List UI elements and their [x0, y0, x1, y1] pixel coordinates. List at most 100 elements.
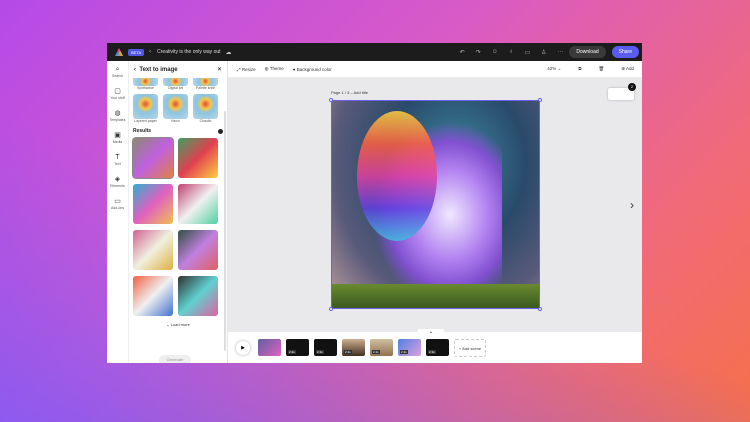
share-button[interactable]: Share	[611, 46, 639, 58]
top-bar: BETA ‹ Creativity is the only way out ☁ …	[107, 43, 642, 61]
rail-item-add-ons[interactable]: ▭ Add-ons	[107, 198, 128, 215]
theme-button[interactable]: ◍ Theme	[265, 66, 284, 72]
left-rail: ⌕ Search ▢ Your stuff ◍ Templates ▣ Media T Text ◈…	[107, 61, 129, 363]
unicorn-image[interactable]	[331, 100, 540, 309]
scene-thumbnail[interactable]: 2.3s	[426, 339, 449, 356]
resize-handle[interactable]	[329, 307, 333, 311]
rail-item-elements[interactable]: ◈ Elements	[107, 176, 128, 193]
search-icon: ⌕	[115, 66, 120, 73]
scene-thumbnail[interactable]: 2.3s	[342, 339, 365, 356]
rail-item-media[interactable]: ▣ Media	[107, 132, 128, 149]
page-count-badge: 2	[628, 83, 636, 91]
style-option[interactable]: Palette knife	[193, 78, 218, 90]
resize-button[interactable]: ⤢ Resize	[237, 67, 256, 72]
canvas-toolbar: ⤢ Resize ◍ Theme ● Background color 42% …	[228, 61, 642, 78]
rail-item-templates[interactable]: ◍ Templates	[107, 110, 128, 127]
back-icon[interactable]: ‹	[149, 49, 151, 55]
style-option[interactable]: Neon	[163, 94, 188, 123]
text-icon: T	[115, 154, 120, 161]
load-more-button[interactable]: ⌄ Load more	[129, 322, 227, 327]
scene-thumbnail[interactable]: 2.3s	[370, 339, 393, 356]
invite-icon[interactable]: ☺	[492, 49, 498, 55]
rail-label: Search	[111, 74, 124, 78]
redo-icon[interactable]: ↷	[476, 49, 481, 56]
result-thumbnail[interactable]	[133, 184, 173, 224]
panel-scrollbar[interactable]	[224, 111, 226, 351]
more-icon[interactable]: ···	[557, 49, 563, 55]
delete-icon[interactable]: 🗑	[598, 66, 604, 72]
rail-item-search[interactable]: ⌕ Search	[107, 66, 128, 83]
scene-duration: 2.3s	[428, 350, 436, 354]
rail-label: Text	[114, 162, 121, 166]
scene-duration: 2.3s	[344, 350, 352, 354]
duplicate-icon[interactable]: ⧉	[578, 66, 581, 72]
result-thumbnail[interactable]	[132, 137, 174, 179]
style-thumbnail	[193, 94, 218, 119]
lightbulb-icon[interactable]: ♁	[509, 49, 514, 55]
play-button[interactable]: ▶	[236, 340, 250, 355]
next-page-icon[interactable]: ›	[630, 198, 634, 212]
scene-thumbnail[interactable]: 2.3s	[286, 339, 309, 356]
result-thumbnail[interactable]	[133, 230, 173, 270]
scene-thumbnail[interactable]	[258, 339, 281, 356]
scene-duration: 2.3s	[288, 350, 296, 354]
info-icon[interactable]	[218, 128, 223, 134]
result-thumbnail[interactable]	[178, 138, 218, 178]
resize-handle[interactable]	[538, 307, 542, 311]
style-thumbnail	[163, 78, 188, 86]
style-label: Digital art	[168, 86, 183, 90]
resize-handle[interactable]	[538, 98, 542, 102]
scene-duration: 2.3s	[316, 350, 324, 354]
generate-button[interactable]: Generate	[159, 355, 191, 363]
style-thumbnail	[133, 94, 158, 119]
scene-thumbnail[interactable]: 2.3s	[398, 339, 421, 356]
style-label: Chaotic	[199, 119, 212, 123]
style-option[interactable]: Layered paper	[133, 94, 158, 123]
rail-label: Templates	[109, 118, 126, 122]
style-thumbnail	[133, 78, 158, 86]
rail-item-your-stuff[interactable]: ▢ Your stuff	[107, 88, 128, 105]
style-thumbnail	[193, 78, 218, 86]
elements-icon: ◈	[114, 176, 121, 183]
style-label: Layered paper	[134, 119, 157, 123]
rail-label: Media	[112, 140, 123, 144]
document-title[interactable]: Creativity is the only way out	[157, 49, 220, 55]
result-thumbnail[interactable]	[178, 184, 218, 224]
scene-duration: 2.3s	[372, 350, 380, 354]
beta-badge: BETA	[128, 48, 145, 56]
results-heading: Results	[133, 128, 152, 134]
rail-label: Add-ons	[110, 206, 125, 210]
style-option[interactable]: Digital art	[163, 78, 188, 90]
download-button[interactable]: Download	[569, 46, 606, 58]
collapse-timeline-icon[interactable]: ⌄	[418, 329, 444, 335]
scene-thumbnail[interactable]: 2.3s	[314, 339, 337, 356]
undo-icon[interactable]: ↶	[460, 49, 465, 56]
add-scene-button[interactable]: + Add scene	[454, 338, 486, 357]
app-window: BETA ‹ Creativity is the only way out ☁ …	[107, 43, 642, 363]
user-icon[interactable]: ♙	[541, 49, 546, 56]
style-thumbnail	[163, 94, 188, 119]
background-color-button[interactable]: ● Background color	[293, 67, 332, 72]
result-thumbnail[interactable]	[178, 230, 218, 270]
addons-icon: ▭	[114, 198, 121, 205]
folder-icon: ▢	[114, 88, 121, 95]
close-icon[interactable]: ✕	[217, 66, 222, 73]
templates-icon: ◍	[114, 110, 121, 117]
style-option[interactable]: Synthwave	[133, 78, 158, 90]
adobe-express-logo[interactable]	[115, 48, 123, 56]
timeline: ⌄ ▶ 2.3s 2.3s 2.3s 2.3s 2.3s 2.3s + Add scene	[228, 329, 642, 363]
rail-item-text[interactable]: T Text	[107, 154, 128, 171]
style-label: Synthwave	[136, 86, 155, 90]
add-page-button[interactable]: ⊕ Add	[621, 66, 634, 72]
zoom-select[interactable]: 42% ⌄	[547, 66, 561, 72]
rail-label: Elements	[110, 184, 125, 188]
resize-handle[interactable]	[329, 98, 333, 102]
rail-label: Your stuff	[110, 96, 125, 100]
style-label: Neon	[171, 119, 180, 123]
comment-icon[interactable]: ▭	[524, 49, 530, 56]
result-thumbnail[interactable]	[133, 276, 173, 316]
style-label: Palette knife	[195, 86, 216, 90]
page-label[interactable]: Page 1 / 3 – Add title	[331, 90, 368, 95]
result-thumbnail[interactable]	[178, 276, 218, 316]
style-option[interactable]: Chaotic	[193, 94, 218, 123]
